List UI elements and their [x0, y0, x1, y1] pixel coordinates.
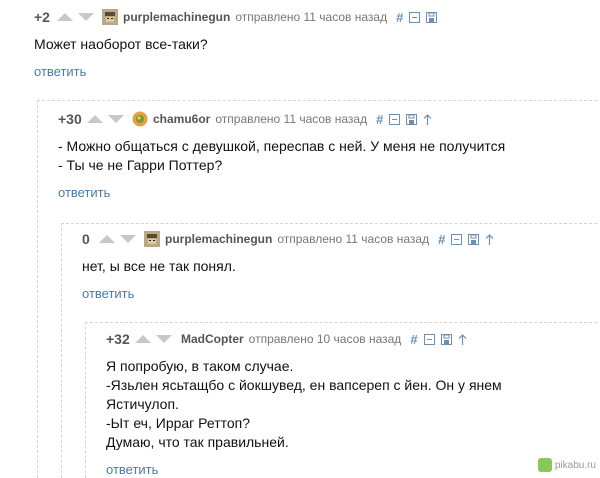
comment-text: - Можно общаться с девушкой, переспав с … [58, 137, 505, 175]
username-link[interactable]: MadCopter [181, 332, 244, 346]
downvote-arrow-icon[interactable] [77, 12, 95, 22]
pikabu-logo-icon [537, 458, 552, 472]
downvote-arrow-icon[interactable] [119, 234, 137, 244]
rating-value: +32 [106, 331, 130, 347]
comment-text: Я попробую, в таком случае. -Язьлен ясьт… [106, 357, 502, 452]
comment-line: нет, ы все не так понял. [82, 258, 236, 274]
collapse-icon[interactable] [409, 11, 421, 23]
watermark-text: pikabu.ru [554, 459, 596, 471]
parent-comment-arrow-icon[interactable] [485, 233, 494, 245]
comment-line: Может наоборот все-таки? [34, 36, 208, 52]
comment-header: +30 chamu6or отправлено 11 часов назад # [58, 109, 505, 129]
save-icon[interactable] [406, 113, 418, 125]
parent-comment-arrow-icon[interactable] [458, 333, 467, 345]
rating-value: +2 [34, 9, 50, 25]
comment-text: Может наоборот все-таки? [34, 35, 443, 54]
save-icon[interactable] [468, 233, 480, 245]
comment-line: - Можно общаться с девушкой, переспав с … [58, 138, 506, 154]
reply-link[interactable]: ответить [106, 462, 158, 477]
comment-header: +2 purplemachinegun отправлено 11 часов … [34, 7, 443, 27]
comment-text: нет, ы все не так понял. [82, 257, 500, 276]
comment-header: 0 purplemachinegun отправлено 11 часов н… [82, 229, 500, 249]
comment-link-icon[interactable]: # [396, 10, 403, 25]
reply-link[interactable]: ответить [58, 185, 110, 200]
rating-value: +30 [58, 111, 82, 127]
sent-label: отправлено 11 часов назад [277, 232, 430, 246]
comment: +32 MadCopter отправлено 10 часов назад … [106, 329, 502, 478]
comment-link-icon[interactable]: # [410, 332, 417, 347]
comment-link-icon[interactable]: # [438, 232, 445, 247]
collapse-icon[interactable] [451, 233, 463, 245]
comment-line: -Ыт еч, Ирраг Реттоп? [106, 415, 251, 431]
comment-line: Ястичулоп. [106, 396, 179, 412]
reply-link[interactable]: ответить [82, 286, 134, 301]
reply-link[interactable]: ответить [34, 64, 86, 79]
comment-line: Я попробую, в таком случае. [106, 358, 294, 374]
orange-avatar-icon[interactable] [132, 111, 148, 127]
comment-line: - Ты че не Гарри Поттер? [58, 157, 223, 173]
upvote-arrow-icon[interactable] [56, 12, 74, 22]
upvote-arrow-icon[interactable] [134, 334, 152, 344]
comment-link-icon[interactable]: # [376, 112, 383, 127]
upvote-arrow-icon[interactable] [98, 234, 116, 244]
sent-label: отправлено 10 часов назад [248, 332, 402, 346]
pixel-avatar-icon[interactable] [102, 9, 118, 25]
collapse-icon[interactable] [389, 113, 401, 125]
upvote-arrow-icon[interactable] [86, 114, 104, 124]
collapse-icon[interactable] [423, 333, 435, 345]
comment-line: Думаю, что так правильней. [106, 434, 289, 450]
username-link[interactable]: chamu6or [153, 112, 210, 126]
sent-label: отправлено 11 часов назад [235, 10, 388, 24]
watermark: pikabu.ru [537, 458, 596, 472]
username-link[interactable]: purplemachinegun [123, 10, 230, 24]
comment: +2 purplemachinegun отправлено 11 часов … [34, 7, 443, 81]
parent-comment-arrow-icon[interactable] [423, 113, 432, 125]
comment: +30 chamu6or отправлено 11 часов назад #… [58, 109, 505, 202]
downvote-arrow-icon[interactable] [107, 114, 125, 124]
comment: 0 purplemachinegun отправлено 11 часов н… [82, 229, 500, 303]
downvote-arrow-icon[interactable] [155, 334, 173, 344]
comment-header: +32 MadCopter отправлено 10 часов назад … [106, 329, 502, 349]
comment-line: -Язьлен ясьтащбо с йокшувед, ен вапсереп… [106, 377, 502, 393]
sent-label: отправлено 11 часов назад [215, 112, 368, 126]
username-link[interactable]: purplemachinegun [165, 232, 272, 246]
save-icon[interactable] [440, 333, 452, 345]
rating-value: 0 [82, 231, 90, 247]
save-icon[interactable] [426, 11, 438, 23]
pixel-avatar-icon[interactable] [144, 231, 160, 247]
